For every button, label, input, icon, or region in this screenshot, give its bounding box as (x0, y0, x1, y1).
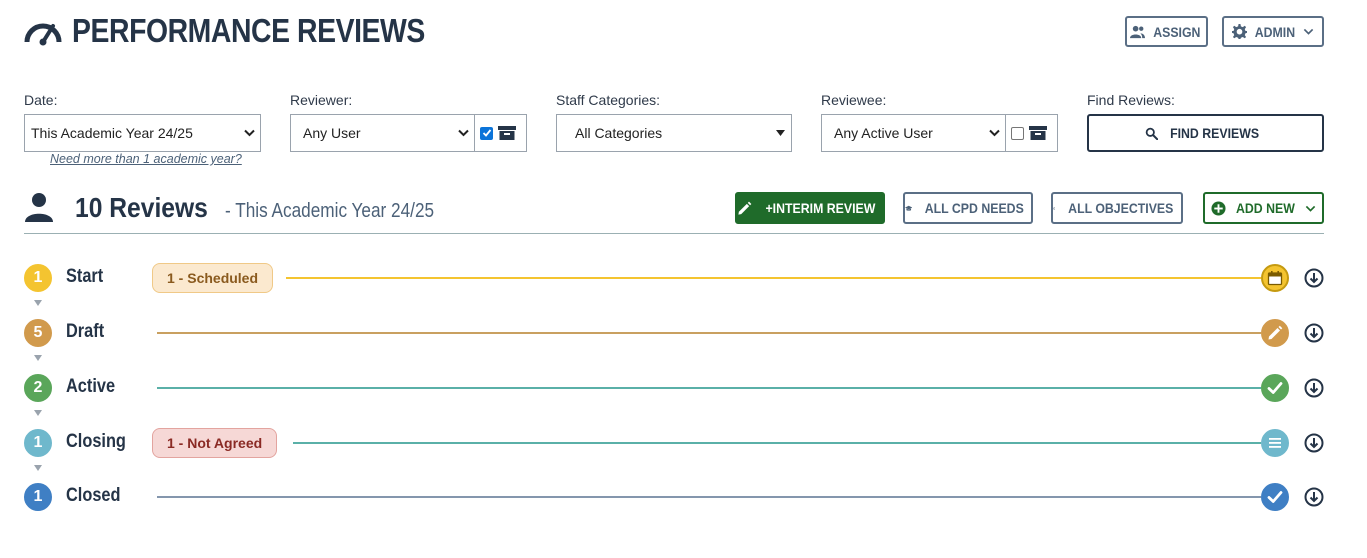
reviewee-include-archived-checkbox[interactable] (1011, 126, 1024, 140)
admin-button[interactable]: ADMIN (1222, 16, 1324, 47)
stage-name: Start (66, 266, 104, 287)
stage-status-pill-label: 1 - Scheduled (167, 270, 259, 286)
staff-categories-value: All Categories (575, 125, 663, 141)
archive-icon (1029, 126, 1047, 140)
stage-progress-line (157, 496, 1261, 498)
stage-status-pill[interactable]: 1 - Scheduled (152, 263, 274, 293)
stage-count-badge[interactable]: 1 (24, 264, 52, 292)
graduation-cap-icon (905, 205, 913, 211)
stage-name: Closing (66, 431, 126, 452)
caret-down-icon (34, 300, 42, 306)
chevron-down-icon (1305, 205, 1316, 212)
stage-count-badge[interactable]: 2 (24, 374, 52, 402)
staff-categories-filter: Staff Categories: All Categories (556, 92, 792, 152)
interim-review-label: +INTERIM REVIEW (765, 200, 876, 216)
stage-status-pill[interactable]: 1 - Not Agreed (152, 428, 278, 458)
stage-progress-line (286, 277, 1261, 279)
stage-row-closed[interactable]: 1 Closed (24, 482, 1324, 512)
reviewer-select-value: Any User (303, 125, 361, 141)
stage-check-icon[interactable] (1261, 374, 1289, 402)
archive-icon (498, 126, 516, 140)
caret-down-icon (34, 465, 42, 471)
add-new-button[interactable]: ADD NEW (1203, 192, 1324, 224)
stage-progress-line (157, 332, 1261, 334)
date-select-value: This Academic Year 24/25 (31, 125, 193, 141)
stage-name: Draft (66, 321, 105, 342)
stage-count-badge[interactable]: 5 (24, 319, 52, 347)
pencil-icon (738, 201, 752, 215)
assign-button[interactable]: ASSIGN (1125, 16, 1208, 47)
reviewee-label: Reviewee: (821, 92, 887, 108)
reviewee-select-value: Any Active User (834, 125, 933, 141)
staff-categories-select[interactable]: All Categories (556, 114, 792, 152)
stage-progress-line (293, 442, 1261, 444)
download-icon[interactable] (1304, 433, 1324, 453)
date-select[interactable]: This Academic Year 24/25 (24, 114, 261, 152)
stage-status-pill-label: 1 - Not Agreed (167, 435, 263, 451)
more-academic-years-link[interactable]: Need more than 1 academic year? (50, 152, 242, 166)
reviewee-select[interactable]: Any Active User (821, 114, 1006, 152)
chevron-down-icon (452, 129, 474, 137)
all-objectives-label: ALL OBJECTIVES (1068, 200, 1174, 216)
stage-row-draft[interactable]: 5 Draft (24, 318, 1324, 348)
stage-check-icon[interactable] (1261, 483, 1289, 511)
plus-circle-icon (1211, 200, 1226, 216)
all-cpd-needs-button[interactable]: ALL CPD NEEDS (903, 192, 1033, 224)
download-icon[interactable] (1304, 487, 1324, 507)
stage-pencil-icon[interactable] (1261, 319, 1289, 347)
gauge-icon (24, 23, 62, 46)
gear-icon (1232, 24, 1248, 39)
stage-row-active[interactable]: 2 Active (24, 373, 1324, 403)
stage-row-closing[interactable]: 1 Closing 1 - Not Agreed (24, 428, 1324, 458)
reviews-summary: 10 Reviews - This Academic Year 24/25 +I… (24, 190, 1324, 234)
chevron-down-icon (1303, 28, 1314, 35)
user-icon (25, 193, 53, 222)
reviewee-archived-toggle (1006, 114, 1058, 152)
reviewer-filter: Reviewer: Any User (290, 92, 527, 152)
download-icon[interactable] (1304, 323, 1324, 343)
reviewer-archived-toggle (475, 114, 527, 152)
staff-categories-label: Staff Categories: (556, 92, 661, 108)
crosshairs-icon (1053, 206, 1056, 210)
all-objectives-button[interactable]: ALL OBJECTIVES (1051, 192, 1183, 224)
find-reviews-button-label: FIND REVIEWS (1170, 125, 1260, 141)
search-icon (1146, 127, 1159, 140)
caret-down-icon (769, 129, 791, 137)
assign-label: ASSIGN (1152, 23, 1201, 40)
stage-name: Closed (66, 485, 121, 506)
date-label: Date: (24, 92, 58, 108)
find-reviews-label: Find Reviews: (1087, 92, 1175, 108)
find-reviews-filter: Find Reviews: FIND REVIEWS (1087, 92, 1324, 152)
interim-review-button[interactable]: +INTERIM REVIEW (735, 192, 885, 224)
reviewer-include-archived-checkbox[interactable] (480, 126, 493, 140)
reviews-period: - This Academic Year 24/25 (225, 200, 435, 222)
reviewee-filter: Reviewee: Any Active User (821, 92, 1058, 152)
download-icon[interactable] (1304, 268, 1324, 288)
caret-down-icon (34, 410, 42, 416)
stage-row-start[interactable]: 1 Start 1 - Scheduled (24, 263, 1324, 293)
reviews-count: 10 Reviews (75, 192, 208, 223)
find-reviews-button[interactable]: FIND REVIEWS (1087, 114, 1324, 152)
page-header: PERFORMANCE REVIEWS ASSIGN ADMIN (24, 12, 1324, 52)
reviewer-label: Reviewer: (290, 92, 353, 108)
add-new-label: ADD NEW (1236, 200, 1295, 216)
caret-down-icon (34, 355, 42, 361)
page-title: PERFORMANCE REVIEWS (24, 12, 482, 50)
download-icon[interactable] (1304, 378, 1324, 398)
chevron-down-icon (983, 129, 1005, 137)
stage-name: Active (66, 376, 116, 397)
stage-calendar-icon[interactable] (1261, 264, 1289, 292)
date-filter: Date: This Academic Year 24/25 (24, 92, 261, 152)
stage-count-badge[interactable]: 1 (24, 483, 52, 511)
chevron-down-icon (238, 129, 260, 137)
all-cpd-needs-label: ALL CPD NEEDS (925, 200, 1025, 216)
admin-label: ADMIN (1254, 23, 1296, 40)
reviewer-select[interactable]: Any User (290, 114, 475, 152)
users-icon (1129, 25, 1145, 39)
stage-list-icon[interactable] (1261, 429, 1289, 457)
page-title-text: PERFORMANCE REVIEWS (72, 12, 425, 49)
stage-progress-line (157, 387, 1261, 389)
stage-count-badge[interactable]: 1 (24, 429, 52, 457)
